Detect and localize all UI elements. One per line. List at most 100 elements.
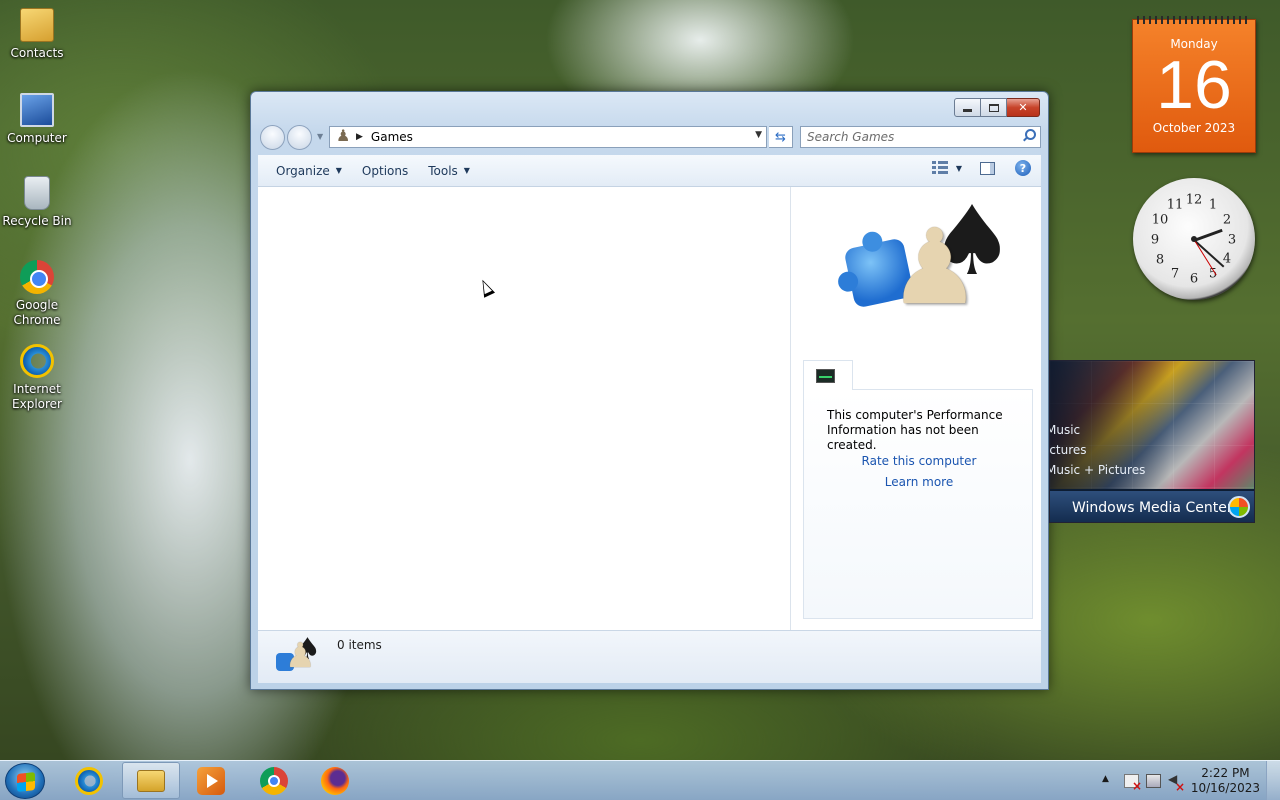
recent-pages-chevron-down-icon[interactable]: ▼ xyxy=(317,132,323,141)
media-center-title-bar[interactable]: Windows Media Center xyxy=(1050,491,1254,522)
command-toolbar: Organize ▼ Options Tools ▼ ▼ ? xyxy=(258,155,1041,187)
item-count: 0 items xyxy=(337,638,382,652)
chrome-icon xyxy=(260,766,288,795)
desktop-icon-label: Recycle Bin xyxy=(2,214,72,228)
games-explorer-window: ✕ ▼ ▶ Games ▼ ⇆ Organize ▼ Options Tools… xyxy=(250,91,1049,690)
forward-button[interactable] xyxy=(287,125,312,150)
clock-numeral: 1 xyxy=(1208,197,1218,213)
refresh-icon: ⇆ xyxy=(775,129,786,145)
details-pane: This computer's Performance Information … xyxy=(791,187,1041,630)
address-chevron-down-icon[interactable]: ▼ xyxy=(755,130,762,140)
desktop-icon-recycle-bin[interactable]: Recycle Bin xyxy=(0,176,74,229)
taskbar-app-internet-explorer[interactable] xyxy=(60,762,118,799)
desktop-icon-google-chrome[interactable]: Google Chrome xyxy=(0,260,74,328)
file-list-pane[interactable] xyxy=(258,187,791,630)
clock-numeral: 6 xyxy=(1189,271,1199,287)
clock-hour-hand xyxy=(1193,228,1223,242)
clock-numeral: 7 xyxy=(1170,266,1180,282)
views-icon[interactable] xyxy=(931,161,948,175)
internet-explorer-icon xyxy=(20,344,54,378)
internet-explorer-icon xyxy=(75,766,103,795)
toolbar-right-group: ▼ ? xyxy=(931,160,1031,176)
performance-tab[interactable] xyxy=(803,360,853,390)
calendar-day-number: 16 xyxy=(1156,47,1232,123)
media-center-item-music[interactable]: Music xyxy=(1050,423,1080,437)
options-label: Options xyxy=(361,163,409,178)
calendar-rings xyxy=(1137,16,1251,24)
volume-muted-icon[interactable] xyxy=(1168,772,1185,794)
clock-center-pin xyxy=(1191,236,1197,242)
clock-numeral: 11 xyxy=(1166,197,1184,213)
taskbar-app-firefox[interactable] xyxy=(306,762,364,799)
desktop-icon-internet-explorer[interactable]: Internet Explorer xyxy=(0,344,74,412)
mouse-cursor-icon xyxy=(476,277,496,298)
clock-numeral: 2 xyxy=(1222,212,1232,228)
desktop-icon-label: Google Chrome xyxy=(13,298,61,327)
taskbar-app-windows-explorer[interactable] xyxy=(122,762,180,799)
organize-menu[interactable]: Organize ▼ xyxy=(266,159,352,183)
refresh-button[interactable]: ⇆ xyxy=(769,126,793,148)
tools-menu[interactable]: Tools ▼ xyxy=(418,159,480,183)
computer-icon xyxy=(20,93,54,127)
start-button[interactable] xyxy=(5,763,45,799)
minimize-icon xyxy=(963,109,972,112)
breadcrumb-games[interactable]: Games xyxy=(371,130,413,144)
clock-gadget[interactable]: 12 1 2 3 4 5 6 7 8 9 10 11 xyxy=(1133,178,1255,300)
taskbar-app-media-player[interactable] xyxy=(182,762,240,799)
desktop-icon-computer[interactable]: Computer xyxy=(0,93,74,146)
action-center-icon[interactable] xyxy=(1124,774,1142,793)
minimize-button[interactable] xyxy=(954,98,981,117)
games-explorer-art xyxy=(843,193,1015,336)
desktop-icon-label: Contacts xyxy=(10,46,64,60)
search-input[interactable] xyxy=(807,128,1017,146)
desktop-icon-label: Internet Explorer xyxy=(12,382,62,411)
breadcrumb-separator-icon[interactable]: ▶ xyxy=(356,132,363,142)
taskbar: ▲ 2:22 PM 10/16/2023 xyxy=(0,760,1280,800)
media-center-item-music-pictures[interactable]: Music + Pictures xyxy=(1050,463,1145,477)
calendar-gadget[interactable]: Monday 16 October 2023 xyxy=(1132,16,1256,153)
back-button[interactable] xyxy=(260,125,285,150)
learn-more-link[interactable]: Learn more xyxy=(804,475,1034,489)
chevron-down-icon: ▼ xyxy=(463,166,470,175)
media-player-icon xyxy=(197,766,225,795)
folder-icon xyxy=(137,769,165,792)
windows-logo-icon xyxy=(17,772,35,792)
taskbar-app-google-chrome[interactable] xyxy=(245,762,303,799)
media-center-title: Windows Media Center xyxy=(1072,499,1233,516)
rate-this-computer-link[interactable]: Rate this computer xyxy=(804,454,1034,468)
organize-label: Organize xyxy=(276,163,330,178)
contacts-icon xyxy=(20,8,54,42)
chrome-icon xyxy=(20,260,54,294)
media-center-gadget[interactable]: Music ictures Music + Pictures Windows M… xyxy=(1049,360,1255,523)
media-center-item-pictures[interactable]: ictures xyxy=(1050,443,1087,457)
close-button[interactable]: ✕ xyxy=(1007,98,1040,117)
views-chevron-down-icon[interactable]: ▼ xyxy=(956,164,962,173)
options-button[interactable]: Options xyxy=(352,159,418,183)
windows-logo-icon xyxy=(1228,496,1250,518)
clock-numeral: 8 xyxy=(1155,252,1165,268)
chess-pawn-icon xyxy=(888,215,981,335)
maximize-icon xyxy=(988,103,999,112)
help-icon[interactable]: ? xyxy=(1015,160,1031,176)
navigation-bar: ▼ ▶ Games ▼ ⇆ xyxy=(259,124,1041,150)
clock-numeral: 4 xyxy=(1222,251,1232,267)
system-tray: ▲ 2:22 PM 10/16/2023 xyxy=(1090,761,1280,800)
show-desktop-button[interactable] xyxy=(1266,761,1280,800)
performance-info-text: This computer's Performance Information … xyxy=(827,408,1003,452)
games-status-icon: ♠ ♟ xyxy=(276,635,321,679)
close-icon: ✕ xyxy=(1018,101,1028,114)
calendar-month-year: October 2023 xyxy=(1152,121,1236,135)
taskbar-time: 2:22 PM xyxy=(1201,766,1250,780)
taskbar-clock[interactable]: 2:22 PM 10/16/2023 xyxy=(1191,766,1260,796)
network-icon[interactable] xyxy=(1146,774,1161,788)
desktop-icon-label: Computer xyxy=(7,131,67,145)
address-bar[interactable]: ▶ Games ▼ xyxy=(329,126,767,148)
search-icon[interactable] xyxy=(1022,129,1036,142)
clock-numeral: 3 xyxy=(1227,232,1237,248)
show-hidden-icons-chevron-up-icon[interactable]: ▲ xyxy=(1102,774,1109,784)
performance-meter-icon xyxy=(816,369,835,383)
maximize-button[interactable] xyxy=(981,98,1007,117)
desktop-icon-contacts[interactable]: Contacts xyxy=(0,8,74,61)
preview-pane-icon[interactable] xyxy=(980,161,995,175)
performance-panel: This computer's Performance Information … xyxy=(803,389,1033,619)
